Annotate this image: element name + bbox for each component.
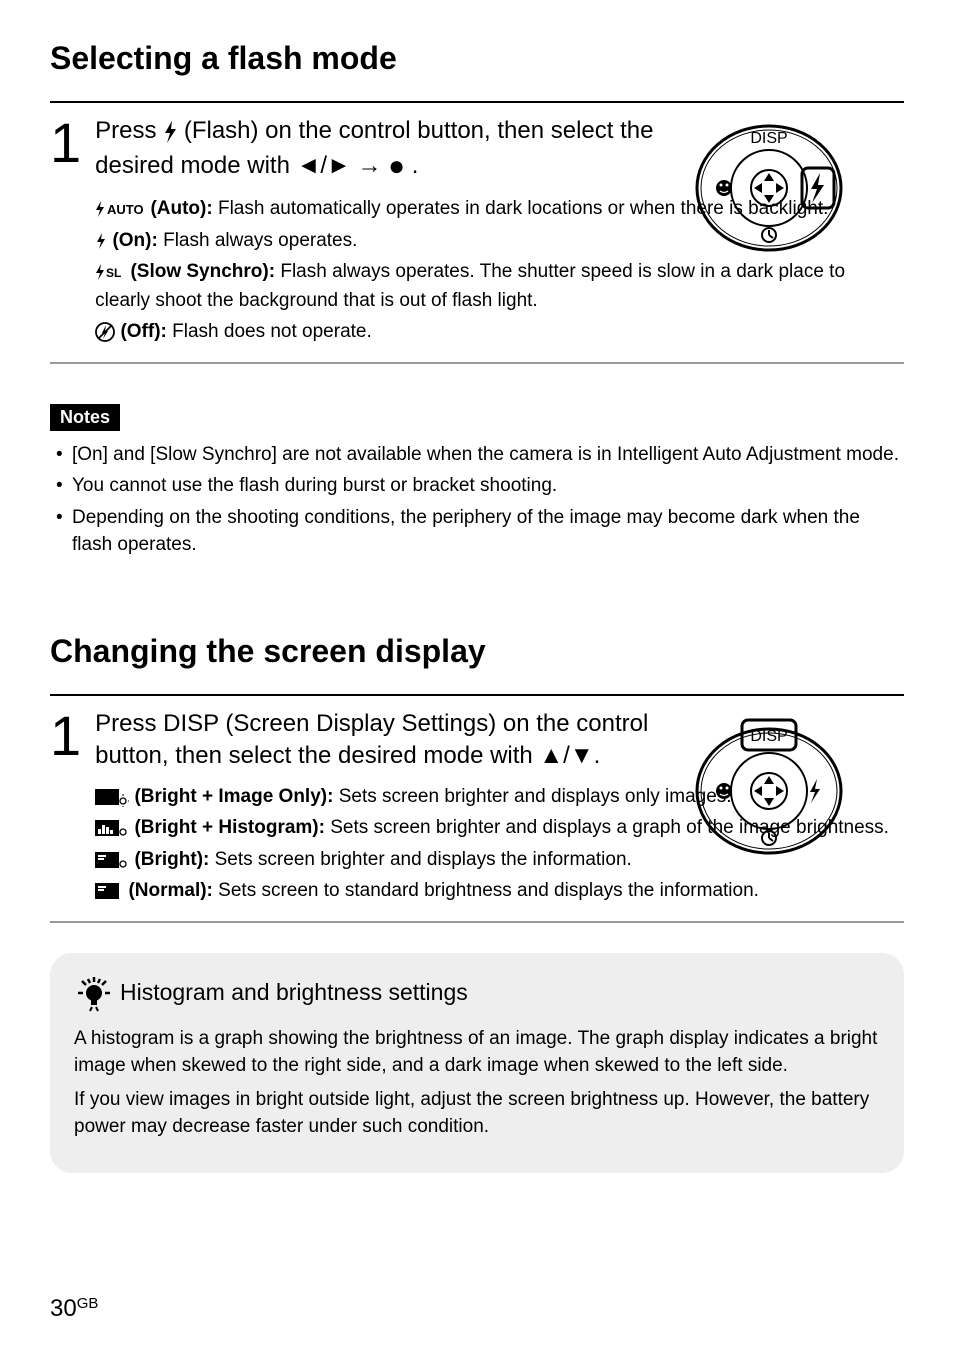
flash-auto-icon: AUTO <box>95 200 145 218</box>
section1-title: Selecting a flash mode <box>50 40 904 77</box>
tip-box: Histogram and brightness settings A hist… <box>50 953 904 1173</box>
control-pad-disp: DISP <box>684 706 854 866</box>
note-item: Depending on the shooting conditions, th… <box>56 504 904 559</box>
notes-list: [On] and [Slow Synchro] are not availabl… <box>50 441 904 559</box>
bright-icon <box>95 850 129 870</box>
note-item: You cannot use the flash during burst or… <box>56 472 904 500</box>
flash-slow-option: SL (Slow Synchro): Flash always operates… <box>95 258 904 315</box>
flash-on-icon <box>95 232 107 250</box>
tip-lightbulb-icon <box>74 973 114 1013</box>
note-item: [On] and [Slow Synchro] are not availabl… <box>56 441 904 469</box>
section2-box: DISP 1 Press DISP (Screen Display Settin… <box>50 694 904 923</box>
svg-text:DISP: DISP <box>750 130 787 147</box>
notes-badge: Notes <box>50 404 120 431</box>
svg-text:DISP: DISP <box>750 728 787 745</box>
normal-icon <box>95 881 123 901</box>
control-pad-flash: DISP <box>684 113 854 263</box>
flash-slow-icon: SL <box>95 263 125 281</box>
section1-box: DISP 1 Press (Flash) on the control butt… <box>50 101 904 364</box>
tip-title: Histogram and brightness settings <box>120 979 468 1006</box>
svg-text:AUTO: AUTO <box>107 202 144 217</box>
flash-off-option: (Off): Flash does not operate. <box>95 318 904 347</box>
bright-histogram-icon <box>95 818 129 838</box>
tip-body-2: If you view images in bright outside lig… <box>74 1086 880 1141</box>
section2-step-num: 1 <box>50 708 81 764</box>
svg-text:SL: SL <box>106 266 121 280</box>
flash-off-icon <box>95 322 115 342</box>
section1-step-num: 1 <box>50 115 81 171</box>
page-number: 30GB <box>50 1295 98 1323</box>
tip-body-1: A histogram is a graph showing the brigh… <box>74 1025 880 1080</box>
bright-image-only-icon <box>95 787 129 807</box>
section2-title: Changing the screen display <box>50 633 904 670</box>
disp-n-option: (Normal): Sets screen to standard bright… <box>95 877 904 906</box>
flash-icon <box>163 121 177 143</box>
